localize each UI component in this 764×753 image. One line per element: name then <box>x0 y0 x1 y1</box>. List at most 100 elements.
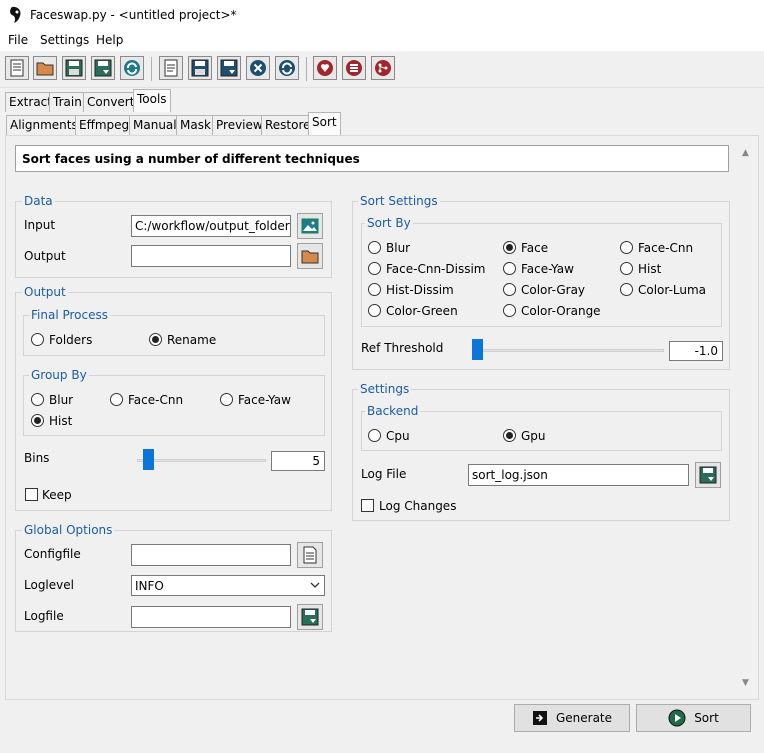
toolbar-separator <box>306 57 307 81</box>
loglevel-select[interactable]: INFO <box>131 575 325 596</box>
tab-tools[interactable]: Tools <box>133 89 171 112</box>
git-button[interactable] <box>371 56 395 80</box>
tab-mask[interactable]: Mask <box>176 115 215 135</box>
group-by-face-cnn-radio[interactable] <box>110 393 123 406</box>
sort-face-cnn-dissim-radio[interactable] <box>368 262 381 275</box>
donate-icon <box>317 60 333 76</box>
group-by-blur-radio[interactable] <box>31 393 44 406</box>
bins-slider-thumb[interactable] <box>142 449 154 470</box>
save-as-project-button[interactable] <box>91 56 115 80</box>
document-icon <box>303 546 317 564</box>
menu-file[interactable]: File <box>8 33 28 47</box>
generate-button[interactable]: Generate <box>514 704 630 732</box>
save-project-button[interactable] <box>62 56 86 80</box>
sort-face-label: Face <box>521 241 549 255</box>
sort-color-gray-radio[interactable] <box>503 283 516 296</box>
new-task-button[interactable] <box>159 56 183 80</box>
rename-radio[interactable] <box>149 333 162 346</box>
sort-hist-dissim-radio[interactable] <box>368 283 381 296</box>
logfile-field[interactable] <box>131 606 291 628</box>
log-changes-checkbox[interactable] <box>361 499 374 512</box>
group-by-hist-radio[interactable] <box>31 414 44 427</box>
description-box: Sort faces using a number of different t… <box>15 145 729 172</box>
ref-threshold-value[interactable]: -1.0 <box>669 341 723 361</box>
menu-button[interactable] <box>342 56 366 80</box>
log-file-save-button[interactable] <box>695 462 721 488</box>
input-field[interactable]: C:/workflow/output_folder <box>131 215 291 237</box>
toolbar-separator <box>151 57 152 81</box>
group-by-face-cnn-label: Face-Cnn <box>128 393 184 407</box>
group-by-face-yaw-radio[interactable] <box>220 393 233 406</box>
log-changes-label: Log Changes <box>379 499 457 513</box>
clear-icon <box>250 60 266 76</box>
menu-icon <box>346 60 362 76</box>
sort-face-yaw-radio[interactable] <box>503 262 516 275</box>
tab-restore[interactable]: Restore <box>261 115 315 135</box>
global-options-title: Global Options <box>22 523 115 537</box>
new-project-button[interactable] <box>5 56 29 80</box>
sort-color-orange-radio[interactable] <box>503 304 516 317</box>
tab-effmpeg[interactable]: Effmpeg <box>75 115 134 135</box>
reload-button[interactable] <box>275 56 299 80</box>
generate-label: Generate <box>555 711 613 725</box>
folders-radio[interactable] <box>31 333 44 346</box>
bins-slider-track[interactable] <box>137 459 266 462</box>
new-task-icon <box>164 59 178 77</box>
output-field[interactable] <box>131 245 291 267</box>
scroll-down-arrow[interactable]: ▼ <box>742 678 749 688</box>
folder-icon <box>301 250 319 264</box>
logfile-save-button[interactable] <box>297 604 323 630</box>
play-icon <box>668 709 686 727</box>
save-icon <box>699 466 717 484</box>
configfile-field[interactable] <box>131 544 291 566</box>
sort-color-orange-label: Color-Orange <box>521 304 601 318</box>
reload-icon <box>279 60 295 76</box>
sort-blur-radio[interactable] <box>368 241 381 254</box>
tab-convert[interactable]: Convert <box>83 92 139 112</box>
save-icon <box>301 608 319 626</box>
scroll-up-arrow[interactable]: ▲ <box>742 148 749 158</box>
keep-checkbox[interactable] <box>25 488 38 501</box>
sort-face-radio[interactable] <box>503 241 516 254</box>
backend-title: Backend <box>365 404 421 418</box>
sort-color-gray-label: Color-Gray <box>521 283 586 297</box>
loglevel-value: INFO <box>135 579 164 593</box>
tab-train[interactable]: Train <box>49 92 86 112</box>
input-browse-button[interactable] <box>297 213 323 239</box>
open-project-button[interactable] <box>33 56 57 80</box>
sort-face-cnn-label: Face-Cnn <box>638 241 694 255</box>
bins-value[interactable]: 5 <box>271 451 325 471</box>
sort-color-green-label: Color-Green <box>386 304 458 318</box>
data-group-title: Data <box>22 194 55 208</box>
log-file-field[interactable]: sort_log.json <box>468 464 689 486</box>
ref-threshold-label: Ref Threshold <box>361 341 444 355</box>
final-process-title: Final Process <box>29 308 110 322</box>
sort-face-cnn-radio[interactable] <box>620 241 633 254</box>
sort-color-green-radio[interactable] <box>368 304 381 317</box>
logfile-label: Logfile <box>24 609 64 623</box>
output-browse-button[interactable] <box>297 243 323 269</box>
tab-preview[interactable]: Preview <box>212 115 267 135</box>
menu-help[interactable]: Help <box>96 33 123 47</box>
save-task-button[interactable] <box>188 56 212 80</box>
donate-button[interactable] <box>313 56 337 80</box>
configfile-browse-button[interactable] <box>297 542 323 568</box>
menu-settings[interactable]: Settings <box>40 33 89 47</box>
tab-sort[interactable]: Sort <box>308 112 341 135</box>
sort-hist-radio[interactable] <box>620 262 633 275</box>
reload-project-button[interactable] <box>120 56 144 80</box>
sort-face-yaw-label: Face-Yaw <box>521 262 574 276</box>
sort-color-luma-radio[interactable] <box>620 283 633 296</box>
sort-label: Sort <box>694 711 719 725</box>
output-label: Output <box>24 249 66 263</box>
backend-gpu-radio[interactable] <box>503 429 516 442</box>
backend-cpu-radio[interactable] <box>368 429 381 442</box>
ref-threshold-slider-track[interactable] <box>472 349 664 352</box>
tab-alignments[interactable]: Alignments <box>6 115 82 135</box>
save-task-as-button[interactable] <box>217 56 241 80</box>
group-by-hist-label: Hist <box>49 414 73 428</box>
tab-manual[interactable]: Manual <box>129 115 181 135</box>
sort-button[interactable]: Sort <box>636 704 751 732</box>
clear-button[interactable] <box>246 56 270 80</box>
ref-threshold-slider-thumb[interactable] <box>472 339 483 360</box>
